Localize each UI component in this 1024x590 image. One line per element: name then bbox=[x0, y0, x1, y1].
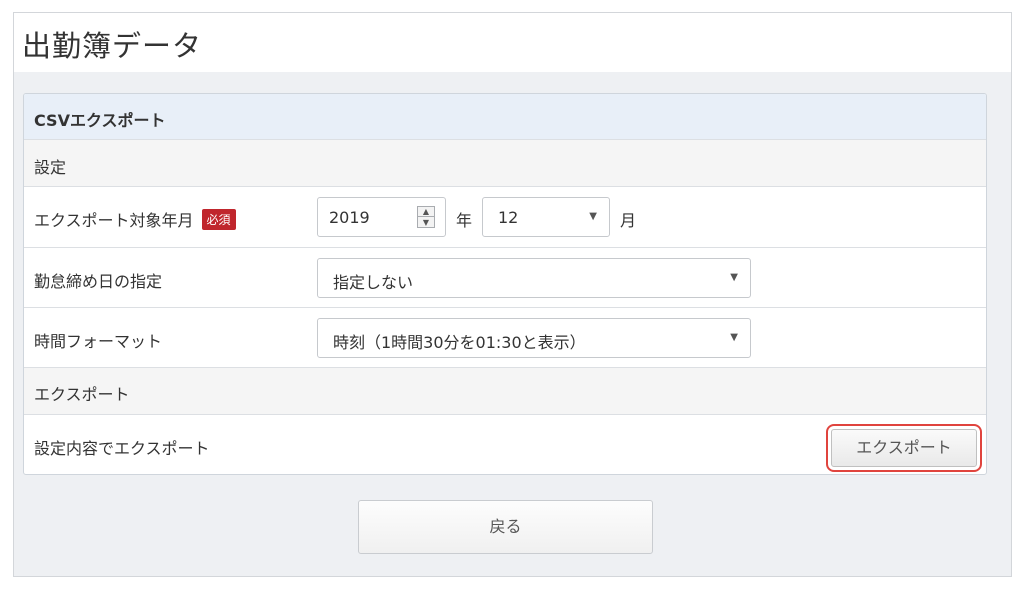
closing-day-value: 指定しない bbox=[333, 273, 414, 292]
target-month-label: エクスポート対象年月 必須 bbox=[34, 207, 236, 231]
caret-down-icon: ▼ bbox=[730, 332, 738, 343]
required-badge: 必須 bbox=[201, 209, 236, 230]
caret-down-icon: ▼ bbox=[730, 272, 738, 283]
back-button[interactable]: 戻る bbox=[358, 500, 653, 554]
year-stepper[interactable]: 2019 ▲ ▼ bbox=[317, 197, 446, 237]
year-value: 2019 bbox=[329, 208, 370, 227]
settings-section-row: 設定 bbox=[24, 140, 986, 187]
caret-down-icon: ▼ bbox=[589, 211, 597, 222]
updown-spinner-icon[interactable]: ▲ ▼ bbox=[417, 206, 435, 228]
page-container: 出勤簿データ CSVエクスポート 設定 エクスポート対象年月 必須 2019 ▲ … bbox=[13, 12, 1012, 577]
year-unit: 年 bbox=[456, 211, 473, 230]
page-title: 出勤簿データ bbox=[22, 29, 203, 63]
spin-up-icon[interactable]: ▲ bbox=[418, 207, 434, 217]
month-unit: 月 bbox=[620, 211, 637, 230]
csv-export-panel: CSVエクスポート 設定 エクスポート対象年月 必須 2019 ▲ ▼ 年 12 … bbox=[23, 93, 987, 475]
time-format-select[interactable]: 時刻（1時間30分を01:30と表示） ▼ bbox=[317, 318, 751, 358]
closing-day-select[interactable]: 指定しない ▼ bbox=[317, 258, 751, 298]
target-month-row: エクスポート対象年月 必須 2019 ▲ ▼ 年 12 ▼ 月 bbox=[24, 187, 986, 248]
panel-header-title: CSVエクスポート bbox=[34, 111, 166, 130]
time-format-row: 時間フォーマット 時刻（1時間30分を01:30と表示） ▼ bbox=[24, 308, 986, 368]
export-action-label: 設定内容でエクスポート bbox=[34, 439, 210, 458]
month-select[interactable]: 12 ▼ bbox=[482, 197, 610, 237]
target-month-label-text: エクスポート対象年月 bbox=[34, 211, 194, 230]
time-format-label: 時間フォーマット bbox=[34, 332, 163, 351]
closing-day-label: 勤怠締め日の指定 bbox=[34, 272, 163, 291]
closing-day-row: 勤怠締め日の指定 指定しない ▼ bbox=[24, 248, 986, 308]
month-value: 12 bbox=[498, 208, 519, 227]
spin-down-icon[interactable]: ▼ bbox=[418, 218, 434, 228]
export-button[interactable]: エクスポート bbox=[826, 424, 982, 472]
title-bar: 出勤簿データ bbox=[14, 13, 1011, 72]
export-section-row: エクスポート bbox=[24, 368, 986, 415]
settings-section-title: 設定 bbox=[34, 158, 67, 177]
panel-header: CSVエクスポート bbox=[24, 94, 986, 140]
time-format-value: 時刻（1時間30分を01:30と表示） bbox=[333, 333, 586, 352]
export-section-title: エクスポート bbox=[34, 385, 130, 404]
export-action-row: 設定内容でエクスポート エクスポート bbox=[24, 415, 986, 474]
